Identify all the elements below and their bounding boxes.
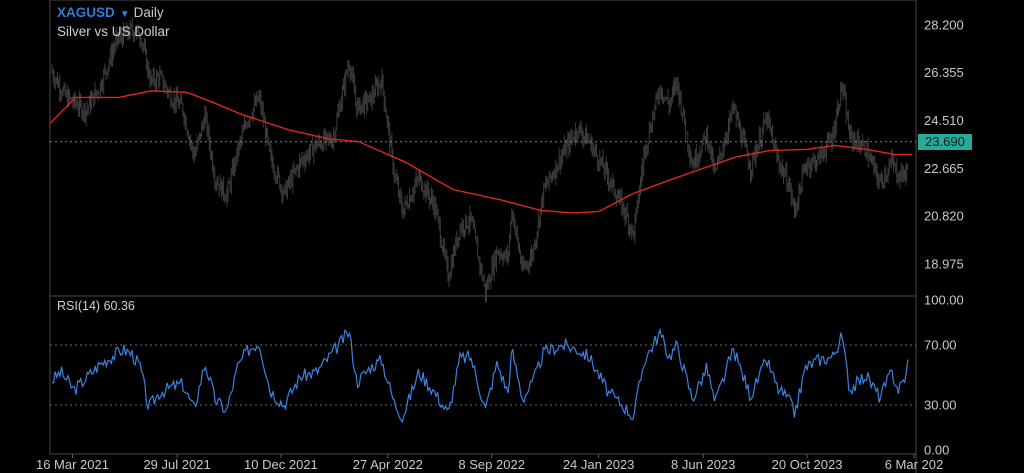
price-panel-frame: [49, 0, 917, 297]
instrument-description: Silver vs US Dollar: [57, 24, 170, 39]
rsi-tick-label: 0.00: [924, 443, 949, 458]
time-tick-label: 29 Jul 2021: [143, 457, 210, 472]
last-price-badge: 23.690: [918, 133, 972, 150]
rsi-axis[interactable]: 100.00 70.00 30.00 0.00: [924, 293, 964, 458]
price-tick-label: 28.200: [924, 17, 964, 32]
price-tick-label: 20.820: [924, 209, 964, 224]
time-tick-label: 20 Oct 2023: [772, 457, 843, 472]
time-tick-label: 10 Dec 2021: [244, 457, 318, 472]
price-tick-label: 22.665: [924, 161, 964, 176]
timeframe-label[interactable]: Daily: [134, 5, 164, 20]
rsi-label: RSI(14): [57, 299, 101, 313]
chart-header: XAGUSD ▼ Daily Silver vs US Dollar: [57, 4, 170, 40]
rsi-line: [52, 327, 909, 424]
price-tick-label: 18.975: [924, 257, 964, 272]
time-tick-label: 6 Mar 202: [885, 457, 944, 472]
rsi-value: 60.36: [103, 299, 135, 313]
rsi-tick-label: 100.00: [924, 293, 964, 308]
time-axis[interactable]: 16 Mar 2021 29 Jul 2021 10 Dec 2021 27 Apr …: [36, 454, 943, 472]
time-tick-label: 24 Jan 2023: [563, 457, 635, 472]
time-tick-label: 8 Jun 2023: [671, 457, 735, 472]
chart-canvas[interactable]: 28.200 26.355 24.510 22.665 20.820 18.975 100…: [0, 0, 1024, 473]
triangle-down-icon[interactable]: ▼: [120, 9, 130, 20]
rsi-tick-label: 70.00: [924, 338, 957, 353]
candlesticks: [51, 17, 909, 303]
price-tick-label: 26.355: [924, 65, 964, 80]
rsi-header: RSI(14) 60.36: [57, 299, 135, 313]
time-tick-label: 27 Apr 2022: [353, 457, 423, 472]
rsi-tick-label: 30.00: [924, 398, 957, 413]
price-tick-label: 24.510: [924, 113, 964, 128]
rsi-panel-frame: [49, 295, 917, 455]
symbol-label[interactable]: XAGUSD: [57, 5, 115, 20]
time-tick-label: 8 Sep 2022: [458, 457, 525, 472]
time-tick-label: 16 Mar 2021: [36, 457, 109, 472]
